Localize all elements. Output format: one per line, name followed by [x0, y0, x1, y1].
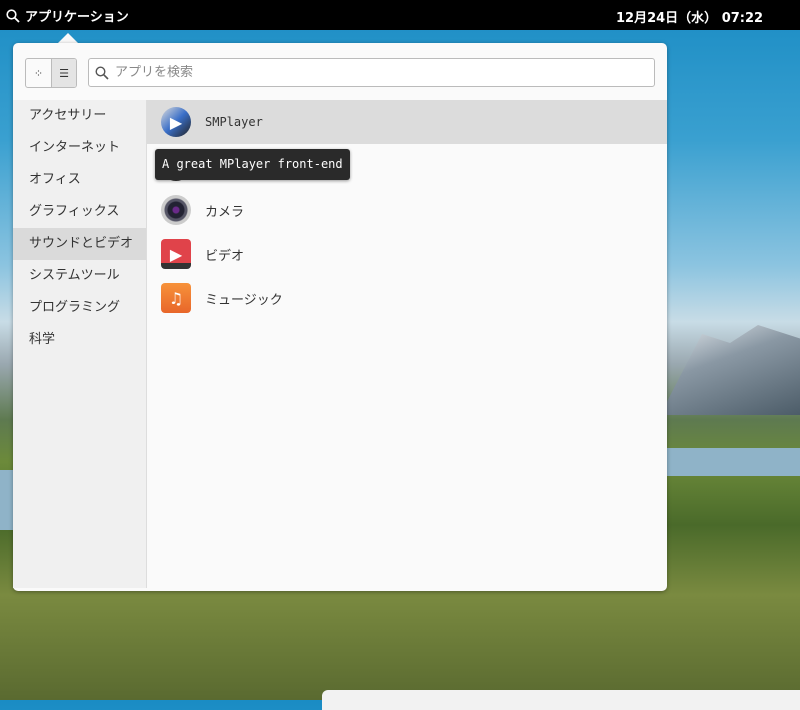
category-programming[interactable]: プログラミング [13, 292, 146, 324]
category-sound-video[interactable]: サウンドとビデオ [13, 228, 146, 260]
search-input[interactable] [115, 65, 615, 80]
applications-label: アプリケーション [25, 10, 129, 25]
app-list: ▶ SMPlayer カメラ ▶ ビデオ ♫ ミュージック [147, 100, 667, 320]
applications-popover: ⁘ ☰ アクセサリー インターネット オフィス グラフィックス サウンドとビデオ… [13, 43, 667, 591]
applications-menu-button[interactable]: アプリケーション [6, 6, 129, 25]
search-icon [6, 8, 20, 23]
camera-icon [161, 195, 191, 225]
app-label: ミュージック [205, 292, 283, 308]
wallpaper-lake [0, 470, 14, 530]
view-switcher: ⁘ ☰ [25, 58, 77, 88]
search-icon [95, 65, 109, 80]
category-sidebar: アクセサリー インターネット オフィス グラフィックス サウンドとビデオ システ… [13, 100, 147, 588]
popover-arrow [58, 33, 78, 43]
app-label: SMPlayer [205, 115, 263, 129]
tooltip: A great MPlayer front-end [155, 149, 350, 180]
grid-view-button[interactable]: ⁘ [26, 59, 51, 87]
dock [322, 690, 800, 710]
wallpaper-mountain [660, 325, 800, 415]
top-bar: アプリケーション 12月24日（水） 07:22 [0, 0, 800, 30]
app-label: カメラ [205, 204, 245, 220]
clock[interactable]: 12月24日（水） 07:22 [616, 7, 763, 26]
app-label: ビデオ [205, 248, 245, 264]
category-office[interactable]: オフィス [13, 164, 146, 196]
category-view-button[interactable]: ☰ [51, 59, 76, 87]
search-field[interactable] [88, 58, 655, 87]
app-item-music[interactable]: ♫ ミュージック [147, 276, 667, 320]
app-item-camera[interactable]: カメラ [147, 188, 667, 232]
category-internet[interactable]: インターネット [13, 132, 146, 164]
music-icon: ♫ [161, 283, 191, 313]
app-item-smplayer[interactable]: ▶ SMPlayer [147, 100, 667, 144]
list-icon: ☰ [59, 66, 69, 80]
category-accessories[interactable]: アクセサリー [13, 100, 146, 132]
category-science[interactable]: 科学 [13, 324, 146, 356]
category-graphics[interactable]: グラフィックス [13, 196, 146, 228]
category-system-tools[interactable]: システムツール [13, 260, 146, 292]
smplayer-icon: ▶ [161, 107, 191, 137]
video-icon: ▶ [161, 239, 191, 269]
app-item-video[interactable]: ▶ ビデオ [147, 232, 667, 276]
grid-icon: ⁘ [33, 66, 44, 80]
